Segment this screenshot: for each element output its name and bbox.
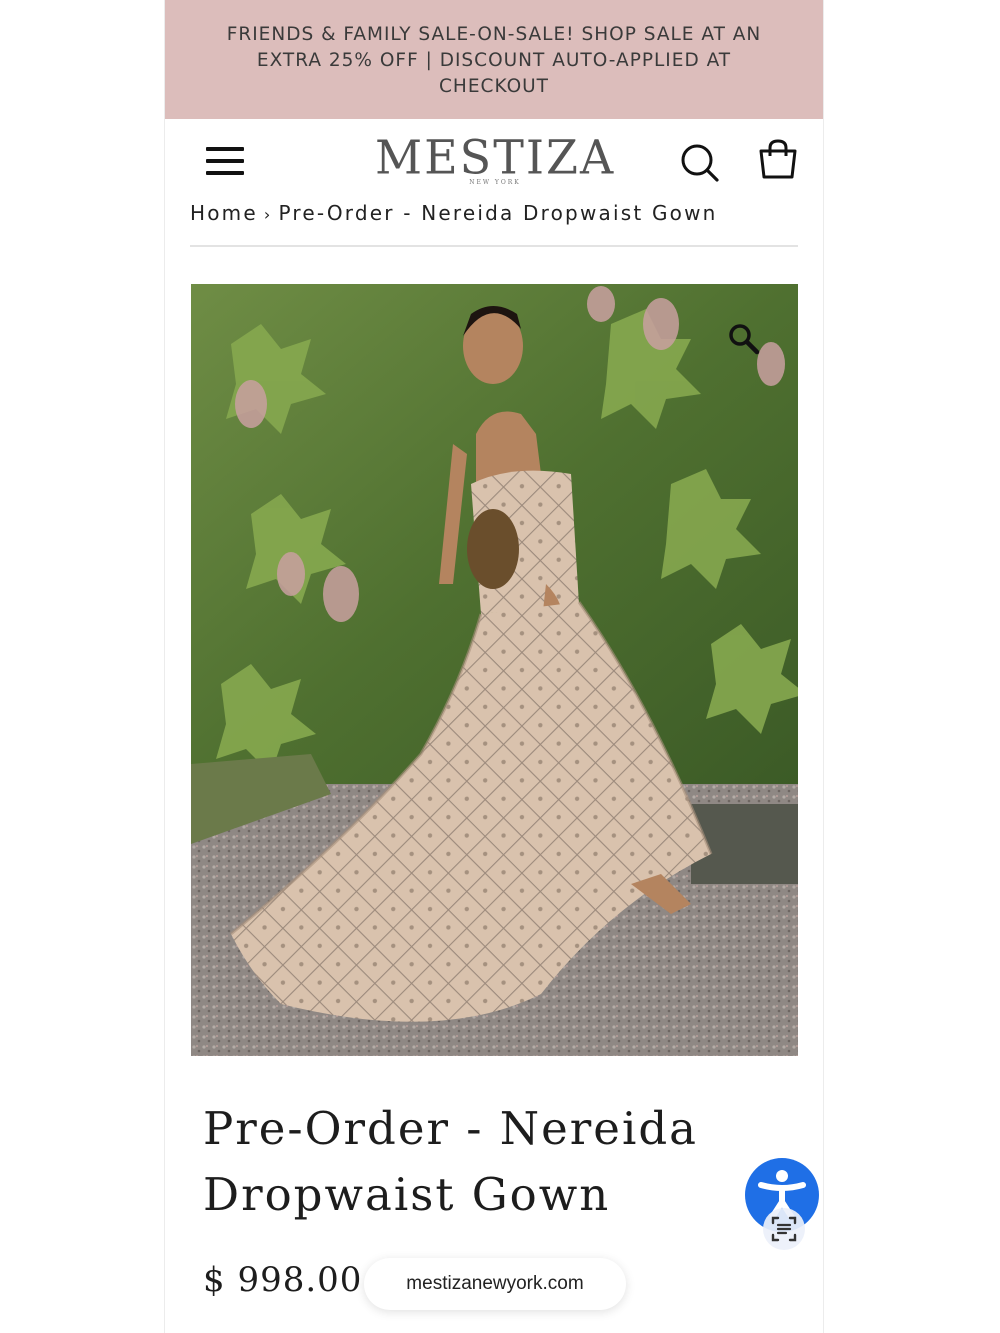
product-title: Pre-Order - Nereida Dropwaist Gown: [203, 1102, 698, 1221]
browser-url-pill[interactable]: mestizanewyork.com: [364, 1258, 626, 1310]
promo-text: FRIENDS & FAMILY SALE-ON-SALE! SHOP SALE…: [226, 23, 762, 97]
shopping-bag-icon[interactable]: [755, 137, 801, 183]
product-image[interactable]: [191, 284, 798, 1056]
breadcrumb: Home › Pre-Order - Nereida Dropwaist Gown: [190, 199, 798, 247]
promo-banner[interactable]: FRIENDS & FAMILY SALE-ON-SALE! SHOP SALE…: [165, 0, 823, 119]
breadcrumb-home-link[interactable]: Home: [190, 201, 258, 225]
product-price: $ 998.00: [203, 1260, 363, 1300]
site-header: MESTIZA NEW YORK: [165, 119, 823, 199]
breadcrumb-current: Pre-Order - Nereida Dropwaist Gown: [278, 201, 718, 225]
logo-wordmark: MESTIZA: [375, 129, 616, 185]
breadcrumb-separator: ›: [263, 205, 273, 224]
brand-logo[interactable]: MESTIZA NEW YORK: [375, 129, 616, 191]
text-scan-icon[interactable]: [763, 1208, 805, 1250]
search-icon[interactable]: [677, 139, 723, 185]
magnifier-icon[interactable]: [727, 322, 761, 356]
product-page: FRIENDS & FAMILY SALE-ON-SALE! SHOP SALE…: [164, 0, 824, 1333]
product-photo: [191, 284, 798, 1056]
hamburger-menu-icon[interactable]: [203, 141, 247, 181]
